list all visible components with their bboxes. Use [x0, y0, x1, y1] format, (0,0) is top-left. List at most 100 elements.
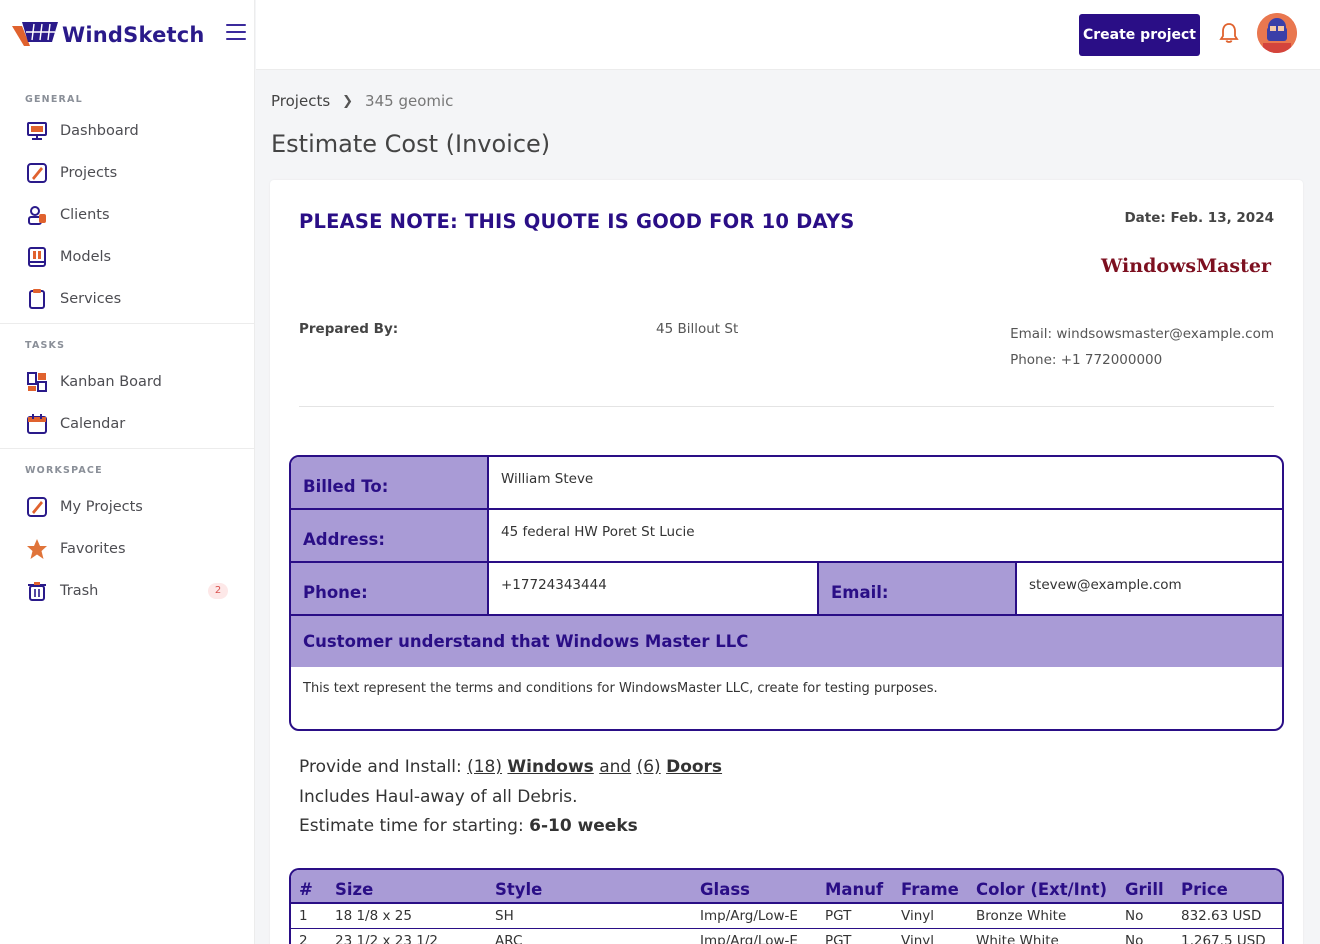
col-header-glass: Glass: [692, 870, 817, 904]
sidebar-item-dashboard[interactable]: Dashboard: [0, 110, 254, 152]
cell-style: ARC: [487, 928, 692, 944]
phone-email-row: Phone: +17724343444 Email: stevew@exampl…: [291, 563, 1282, 616]
provide-prefix: Provide and Install:: [299, 757, 468, 777]
quote-validity-note: PLEASE NOTE: THIS QUOTE IS GOOD FOR 10 D…: [299, 210, 855, 233]
address-row: Address: 45 federal HW Poret St Lucie: [291, 510, 1282, 563]
sidebar-item-label: Kanban Board: [60, 374, 162, 390]
cell-frame: Vinyl: [893, 903, 968, 929]
cell-price: 1,267.5 USD: [1173, 928, 1282, 944]
billing-info-box: Billed To: William Steve Address: 45 fed…: [289, 455, 1284, 731]
items-table: # Size Style Glass Manuf Frame Color (Ex…: [289, 868, 1284, 944]
page-title: Estimate Cost (Invoice): [271, 130, 551, 158]
brand-name: WindSketch: [62, 23, 205, 47]
email-label: Email:: [819, 563, 1017, 614]
terms-title: Customer understand that Windows Master …: [291, 616, 1282, 667]
sidebar-item-clients[interactable]: Clients: [0, 194, 254, 236]
cell-size: 18 1/8 x 25: [327, 903, 487, 929]
models-icon: [26, 246, 48, 268]
col-header-manuf: Manuf: [817, 870, 893, 904]
company-logo: WindowsMaster: [1101, 255, 1271, 277]
provide-install-line: Provide and Install: (18) Windows and (6…: [299, 753, 722, 783]
chevron-right-icon: ❯: [342, 93, 354, 109]
invoice-date: Date: Feb. 13, 2024: [1124, 210, 1274, 226]
phone-value: +17724343444: [489, 563, 819, 614]
breadcrumb-projects-link[interactable]: Projects: [271, 92, 330, 110]
notification-bell-icon[interactable]: [1218, 22, 1240, 44]
sidebar-item-label: Services: [60, 291, 122, 307]
sidebar-item-label: Calendar: [60, 416, 126, 432]
cell-glass: Imp/Arg/Low-E: [692, 903, 817, 929]
services-icon: [26, 288, 48, 310]
brand[interactable]: WindSketch: [0, 0, 254, 70]
cell-grill: No: [1117, 928, 1173, 944]
menu-toggle-icon[interactable]: [226, 24, 246, 42]
sidebar-item-calendar[interactable]: Calendar: [0, 403, 254, 445]
windows-word-text: Windows: [507, 757, 594, 777]
billed-to-row: Billed To: William Steve: [291, 457, 1282, 510]
col-header-color: Color (Ext/Int): [968, 870, 1117, 904]
phone-label: Phone:: [291, 563, 489, 614]
col-header-grill: Grill: [1117, 870, 1173, 904]
sidebar: WindSketch GENERAL Dashboard Projects Cl…: [0, 0, 255, 944]
trash-count-badge: 2: [208, 583, 228, 599]
prepared-address: 45 Billout St: [656, 321, 739, 337]
sidebar-item-label: Trash: [60, 583, 99, 599]
sidebar-item-label: My Projects: [60, 499, 143, 515]
col-header-number: #: [291, 870, 327, 904]
table-row: 2 23 1/2 x 23 1/2 ARC Imp/Arg/Low-E PGT …: [291, 928, 1282, 944]
sidebar-item-projects[interactable]: Projects: [0, 152, 254, 194]
projects-icon: [26, 162, 48, 184]
create-project-button[interactable]: Create project: [1079, 14, 1200, 56]
sidebar-item-models[interactable]: Models: [0, 236, 254, 278]
doors-word-text: Doors: [666, 757, 723, 777]
col-header-size: Size: [327, 870, 487, 904]
calendar-icon: [26, 413, 48, 435]
col-header-price: Price: [1173, 870, 1282, 904]
star-icon: [26, 538, 48, 560]
sidebar-item-trash[interactable]: Trash 2: [0, 570, 254, 612]
cell-color: White White: [968, 928, 1117, 944]
section-general: GENERAL: [25, 94, 83, 105]
sidebar-item-favorites[interactable]: Favorites: [0, 528, 254, 570]
cell-style: SH: [487, 903, 692, 929]
estimate-value: 6-10 weeks: [529, 816, 638, 836]
address-label: Address:: [291, 510, 489, 561]
invoice-card: PLEASE NOTE: THIS QUOTE IS GOOD FOR 10 D…: [270, 180, 1303, 944]
cell-frame: Vinyl: [893, 928, 968, 944]
sidebar-item-kanban-board[interactable]: Kanban Board: [0, 361, 254, 403]
sidebar-item-label: Favorites: [60, 541, 126, 557]
billed-to-value: William Steve: [501, 471, 594, 487]
billed-to-label: Billed To:: [291, 457, 489, 508]
dashboard-icon: [26, 120, 48, 142]
avatar-image-icon: [1257, 13, 1297, 53]
col-header-frame: Frame: [893, 870, 968, 904]
cell-number: 1: [291, 903, 327, 929]
sidebar-item-label: Models: [60, 249, 112, 265]
cell-color: Bronze White: [968, 903, 1117, 929]
divider: [299, 406, 1274, 407]
doors-word: Doors: [666, 757, 722, 777]
email-value: stevew@example.com: [1029, 577, 1182, 593]
terms-text: This text represent the terms and condit…: [303, 681, 938, 696]
breadcrumb: Projects ❯ 345 geomic: [271, 92, 453, 110]
user-avatar[interactable]: [1257, 13, 1297, 53]
company-email: Email: windsowsmaster@example.com: [1010, 326, 1274, 342]
sidebar-item-my-projects[interactable]: My Projects: [0, 486, 254, 528]
topbar: Create project: [256, 0, 1320, 70]
trash-icon: [26, 580, 48, 602]
section-workspace: WORKSPACE: [25, 465, 103, 476]
sidebar-item-label: Clients: [60, 207, 110, 223]
cell-size: 23 1/2 x 23 1/2: [327, 928, 487, 944]
prepared-by-label: Prepared By:: [299, 321, 399, 337]
haul-away-line: Includes Haul-away of all Debris.: [299, 786, 578, 807]
windsketch-logo-icon: [12, 22, 58, 46]
address-value: 45 federal HW Poret St Lucie: [501, 524, 695, 540]
windows-count: (18): [467, 757, 503, 777]
kanban-icon: [26, 371, 48, 393]
windows-word: Windows: [507, 757, 593, 777]
estimate-time-line: Estimate time for starting: 6-10 weeks: [299, 812, 722, 842]
sidebar-item-services[interactable]: Services: [0, 278, 254, 320]
clients-icon: [26, 204, 48, 226]
table-header-row: # Size Style Glass Manuf Frame Color (Ex…: [291, 870, 1282, 904]
company-contact: Email: windsowsmaster@example.com Phone:…: [1010, 321, 1274, 373]
